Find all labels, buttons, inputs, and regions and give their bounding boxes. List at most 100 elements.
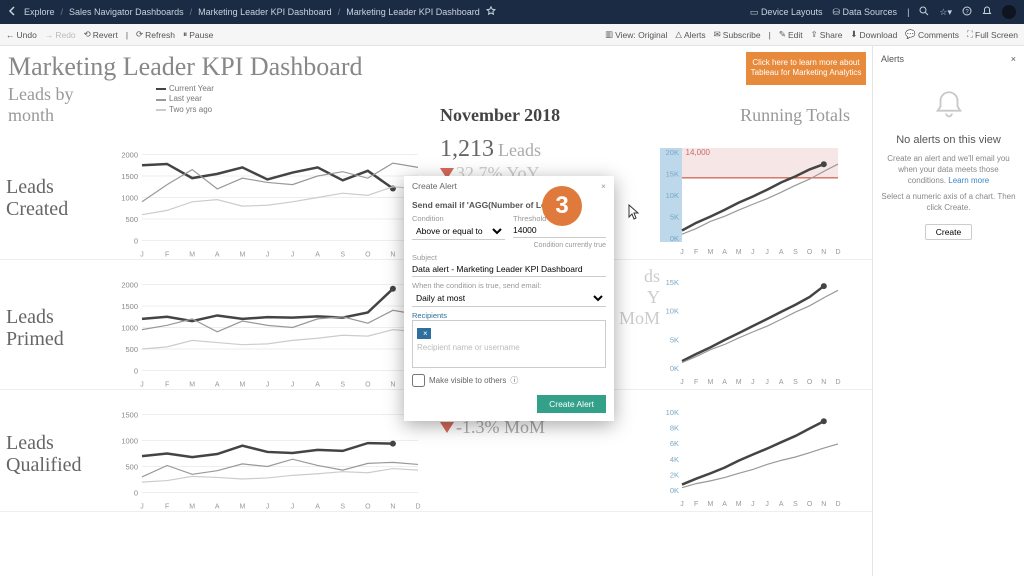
svg-text:N: N — [821, 501, 826, 508]
top-nav: Explore / Sales Navigator Dashboards / M… — [0, 0, 1024, 24]
subject-input[interactable] — [412, 262, 606, 277]
share-button[interactable]: ⇪ Share — [811, 29, 843, 40]
svg-text:N: N — [390, 504, 395, 511]
promo-banner[interactable]: Click here to learn more about Tableau f… — [746, 52, 866, 85]
create-alert-button[interactable]: Create Alert — [537, 395, 606, 413]
monthly-chart[interactable]: 0500100015002000JFMAMJJASOND — [120, 260, 440, 395]
svg-text:J: J — [291, 504, 295, 511]
crumb-explore[interactable]: Explore — [24, 7, 55, 17]
learn-more-link[interactable]: Learn more — [948, 176, 989, 185]
legend-two: Two yrs ago — [169, 105, 212, 115]
alerts-panel-header: Alerts — [881, 54, 904, 64]
svg-text:O: O — [807, 501, 813, 508]
svg-text:A: A — [215, 382, 220, 389]
alerts-button[interactable]: △ Alerts — [675, 29, 705, 40]
svg-text:J: J — [680, 379, 684, 386]
favorite-icon[interactable]: ☆▾ — [939, 7, 952, 18]
refresh-button[interactable]: ⟳ Refresh — [136, 29, 175, 40]
svg-text:A: A — [315, 382, 320, 389]
recipient-chip[interactable]: × — [417, 328, 431, 339]
svg-text:J: J — [140, 504, 144, 511]
svg-text:N: N — [390, 252, 395, 259]
svg-text:D: D — [835, 249, 840, 256]
redo-button[interactable]: → Redo — [45, 30, 76, 40]
running-chart[interactable]: 14,000 0K5K10K15K20K JFMAMJJASOND — [660, 130, 860, 265]
svg-text:500: 500 — [125, 215, 138, 224]
svg-text:M: M — [707, 249, 713, 256]
svg-text:5K: 5K — [670, 335, 679, 344]
monthly-chart[interactable]: 0500100015002000JFMAMJJASOND — [120, 130, 440, 265]
svg-text:5K: 5K — [670, 213, 679, 222]
chip-remove-icon[interactable]: × — [423, 329, 428, 338]
condition-select[interactable]: Above or equal to — [412, 223, 505, 240]
avatar[interactable] — [1002, 5, 1016, 19]
svg-text:J: J — [680, 501, 684, 508]
svg-text:A: A — [722, 501, 727, 508]
info-icon[interactable]: ⓘ — [510, 375, 518, 386]
svg-text:O: O — [365, 252, 371, 259]
panel-create-button[interactable]: Create — [925, 224, 973, 240]
svg-text:J: J — [266, 382, 270, 389]
svg-text:M: M — [189, 504, 195, 511]
subscribe-button[interactable]: ✉ Subscribe — [714, 29, 761, 40]
svg-text:S: S — [793, 501, 798, 508]
svg-text:1500: 1500 — [121, 411, 138, 420]
svg-text:1000: 1000 — [121, 437, 138, 446]
crumb-workbook[interactable]: Marketing Leader KPI Dashboard — [198, 7, 332, 17]
row-label: LeadsPrimed — [0, 260, 120, 395]
crumb-folder[interactable]: Sales Navigator Dashboards — [69, 7, 184, 17]
svg-text:J: J — [140, 382, 144, 389]
back-icon[interactable] — [8, 6, 18, 18]
revert-button[interactable]: ⟲ Revert — [84, 29, 118, 40]
when-label: When the condition is true, send email: — [412, 281, 606, 290]
legend-last: Last year — [169, 94, 202, 104]
recipient-placeholder: Recipient name or username — [417, 343, 601, 352]
svg-text:F: F — [165, 382, 169, 389]
running-chart[interactable]: 0K5K10K15K JFMAMJJASOND — [660, 260, 860, 395]
download-button[interactable]: ⬇ Download — [850, 29, 897, 40]
panel-close-icon[interactable]: × — [1011, 54, 1016, 64]
device-layouts-button[interactable]: ▭ Device Layouts — [750, 7, 823, 18]
svg-text:A: A — [215, 252, 220, 259]
svg-text:M: M — [707, 501, 713, 508]
svg-text:2K: 2K — [670, 470, 679, 479]
notifications-icon[interactable] — [982, 6, 992, 18]
svg-text:M: M — [736, 249, 742, 256]
frequency-select[interactable]: Daily at most — [412, 290, 606, 307]
svg-text:J: J — [291, 382, 295, 389]
svg-text:J: J — [291, 252, 295, 259]
svg-text:10K: 10K — [666, 191, 679, 200]
svg-text:1000: 1000 — [121, 324, 138, 333]
svg-text:500: 500 — [125, 463, 138, 472]
row-label: LeadsCreated — [0, 130, 120, 265]
edit-button[interactable]: ✎ Edit — [779, 29, 803, 40]
crumb-view[interactable]: Marketing Leader KPI Dashboard — [346, 7, 480, 17]
toolbar: ← Undo → Redo ⟲ Revert | ⟳ Refresh ⏸ Pau… — [0, 24, 1024, 46]
svg-text:J: J — [266, 504, 270, 511]
visible-checkbox[interactable]: Make visible to others ⓘ — [412, 374, 606, 387]
running-chart[interactable]: 0K2K4K6K8K10K JFMAMJJASOND — [660, 390, 860, 517]
star-icon[interactable] — [486, 6, 496, 18]
legend-current: Current Year — [169, 84, 214, 94]
pause-button[interactable]: ⏸ Pause — [183, 29, 213, 40]
recipients-box[interactable]: × Recipient name or username — [412, 320, 606, 368]
search-icon[interactable] — [919, 6, 929, 18]
help-icon[interactable]: ? — [962, 6, 972, 18]
comments-button[interactable]: 💬 Comments — [905, 29, 959, 40]
svg-text:M: M — [707, 379, 713, 386]
monthly-chart[interactable]: 050010001500JFMAMJJASOND — [120, 390, 440, 517]
svg-text:A: A — [315, 504, 320, 511]
svg-text:F: F — [694, 249, 698, 256]
row-label: LeadsQualified — [0, 390, 120, 517]
data-sources-button[interactable]: ⛁ Data Sources — [832, 7, 897, 18]
svg-text:N: N — [390, 382, 395, 389]
svg-text:0: 0 — [134, 237, 138, 246]
view-button[interactable]: ▥ View: Original — [605, 29, 667, 40]
alerts-panel: Alerts× No alerts on this view Create an… — [872, 46, 1024, 576]
svg-text:6K: 6K — [670, 439, 679, 448]
undo-button[interactable]: ← Undo — [6, 30, 37, 40]
close-icon[interactable]: × — [601, 181, 606, 191]
svg-text:2000: 2000 — [121, 151, 138, 160]
fullscreen-button[interactable]: ⛶ Full Screen — [967, 29, 1018, 40]
svg-text:M: M — [736, 379, 742, 386]
